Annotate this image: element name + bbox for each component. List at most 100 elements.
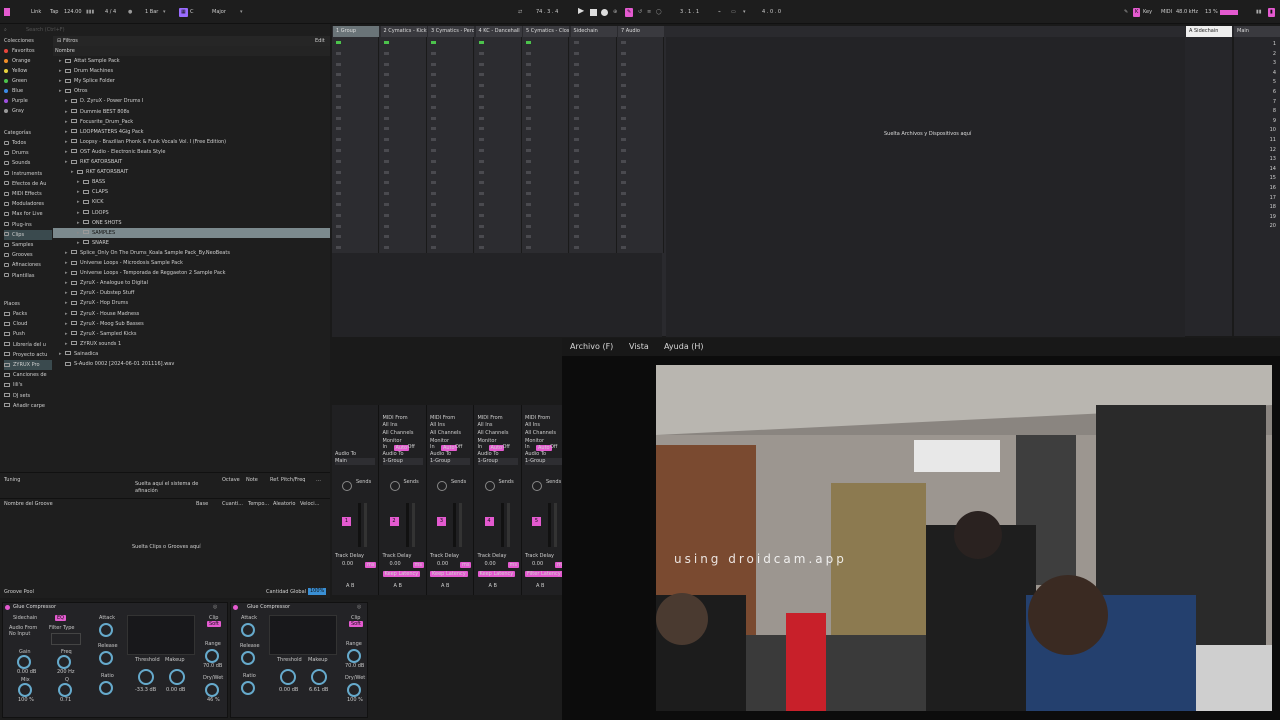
automation-arm-button[interactable]: ✎ [625,8,634,17]
quantize-menu[interactable]: 1 Bar [145,8,158,17]
file-item[interactable]: ▸ KICK [53,197,330,207]
collection-yellow[interactable]: Yellow [4,66,27,76]
clip-slot[interactable] [431,41,436,44]
mixer-all-channels[interactable]: All Channels [525,430,556,437]
menu-vista[interactable]: Vista [629,342,649,351]
clip-slot[interactable] [431,213,436,217]
mixer-all-channels[interactable]: All Channels [430,430,461,437]
place-item[interactable]: Cloud [4,319,27,329]
clip-slot[interactable] [526,105,531,109]
loop-icon[interactable]: ◯ [656,8,662,17]
scene-14[interactable]: 14 [1234,164,1280,174]
clip-slot[interactable] [431,192,436,196]
clip-slot[interactable] [526,159,531,163]
clip-slot[interactable] [478,192,484,196]
clip-slot[interactable] [431,95,436,98]
file-item[interactable]: ▸ BASS [53,177,330,187]
monitor-off-button[interactable]: Off [550,444,557,451]
track-delay-value[interactable]: 0.00 [342,561,353,568]
clip-slot[interactable] [573,159,579,163]
clip-slot[interactable] [478,159,484,163]
clip-slot[interactable] [621,84,626,88]
scene-16[interactable]: 16 [1234,183,1280,193]
track-activator-2[interactable]: 2 [389,517,399,526]
clip-slot[interactable] [383,235,389,239]
clip-slot[interactable] [526,170,531,174]
clip-slot[interactable] [573,203,579,206]
clip-slot[interactable] [383,41,389,44]
clip-slot[interactable] [431,159,436,163]
clip-slot[interactable] [573,149,579,152]
edit-button[interactable]: Edit [315,36,325,46]
file-item[interactable]: ▸ Focusrite_Drum_Pack [53,117,330,127]
name-column-header[interactable]: Nombre [55,46,75,56]
clip-slot[interactable] [478,149,484,152]
file-item[interactable]: ▸ My Splice Folder [53,76,330,86]
clip-slot[interactable] [431,246,436,250]
clip-slot[interactable] [526,84,531,88]
track-header-1[interactable]: 1 Group [333,26,379,37]
view-toggle-icon[interactable]: ▮▮ [1256,8,1262,17]
send-knob[interactable] [484,481,495,491]
stop-button[interactable] [590,9,597,16]
clip-slot[interactable] [526,95,531,98]
clip-slot[interactable] [431,235,436,239]
chevron-down-icon[interactable]: ▾ [743,8,746,17]
scene-2[interactable]: 2 [1234,49,1280,59]
metronome-icon[interactable]: ▮▮▮ [86,8,94,17]
clip-slot[interactable] [573,138,579,142]
track-activator-3[interactable]: 3 [437,517,446,526]
capture-icon[interactable]: ≡ [647,8,651,17]
place-item[interactable]: Canciones de [4,370,47,380]
clip-slot[interactable] [383,203,389,206]
drywet-knob[interactable] [347,683,361,697]
monitor-in-button[interactable]: In [478,444,483,451]
clip-slot[interactable] [478,73,484,77]
key-field[interactable]: C [190,8,194,17]
clip-slot[interactable] [478,246,484,250]
clip-slot[interactable] [526,213,531,217]
volume-fader[interactable] [405,503,409,547]
category-item[interactable]: MIDI Effects [4,189,42,199]
gain-knob[interactable] [17,655,31,669]
category-item[interactable]: Plantillas [4,271,34,281]
file-item[interactable]: ▸ OST Audio - Electronic Beats Style [53,147,330,157]
clip-slot[interactable] [431,84,436,88]
clip-slot[interactable] [478,170,484,174]
clip-slot[interactable] [431,62,436,66]
clip-slot[interactable] [336,62,341,66]
release-knob[interactable] [241,651,255,665]
keep-latency-button[interactable]: Filter Latency [525,571,563,577]
clip-slot[interactable] [383,224,389,228]
clip-slot[interactable] [621,138,626,142]
clip-slot[interactable] [478,84,484,88]
audio-to-select[interactable]: Main [335,458,375,465]
clip-slot[interactable] [526,51,531,55]
clip-slot[interactable] [336,246,341,250]
tap-button[interactable]: Tap [50,8,58,17]
clip-slot[interactable] [526,235,531,239]
track-activator-4[interactable]: 4 [484,517,494,526]
clip-slot[interactable] [621,213,626,217]
clip-slot[interactable] [478,116,484,120]
file-item[interactable]: ▸ Attat Sample Pack [53,56,330,66]
filters-button[interactable]: Filtros [63,36,78,46]
clip-slot[interactable] [573,62,579,66]
clip-slot[interactable] [573,127,579,131]
clip-slot[interactable] [336,159,341,163]
scale-toggle[interactable]: ▦ [179,8,188,17]
midi-map-button[interactable]: MIDI [1161,8,1172,17]
place-item[interactable]: Proyecto actu [4,350,47,360]
place-item[interactable]: Push [4,329,25,339]
file-item[interactable]: ▸ RKT 6ATORSBAIT [53,167,330,177]
file-item[interactable]: ▸ SAMPLES [53,227,330,238]
volume-fader[interactable] [453,503,456,547]
freq-knob[interactable] [57,655,71,669]
clip-slot[interactable] [478,138,484,142]
pencil-icon[interactable]: ✎ [1124,8,1128,17]
audio-to-select[interactable]: 1-Group [525,458,565,465]
makeup-knob[interactable] [311,669,327,685]
clip-slot[interactable] [526,246,531,250]
clip-slot[interactable] [621,105,626,109]
clip-slot[interactable] [621,181,626,185]
